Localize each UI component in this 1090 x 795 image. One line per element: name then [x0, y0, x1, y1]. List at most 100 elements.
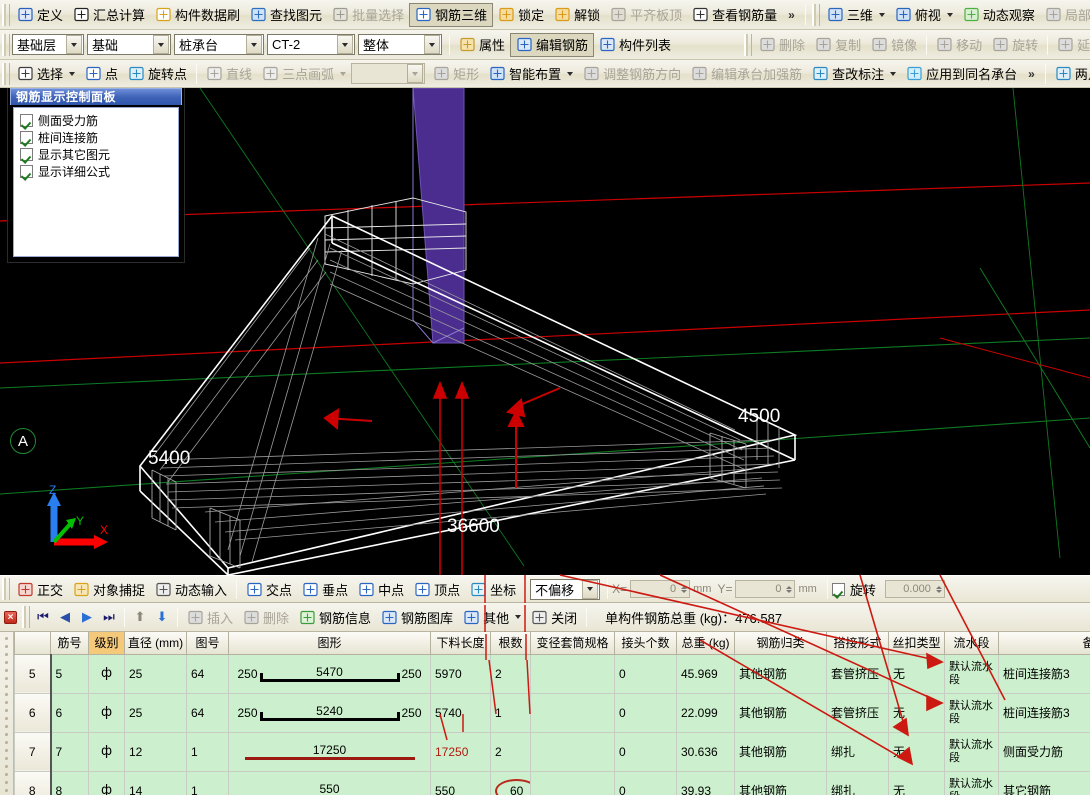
chevron-down-icon[interactable] [424, 35, 440, 54]
row-index-cell[interactable]: 8 [15, 771, 51, 795]
dynamic-input-button[interactable]: 动态输入 [150, 577, 232, 601]
vertex-button[interactable]: 顶点 [409, 577, 465, 601]
lap-type-cell[interactable]: 套管挤压 [827, 654, 889, 693]
lock-button[interactable]: 锁定 [493, 3, 549, 27]
other-button[interactable]: 其他 [458, 605, 526, 629]
floor-select[interactable]: 基础层 [12, 34, 84, 55]
grade-cell[interactable]: ф [89, 693, 125, 732]
checkbox-icon[interactable] [20, 114, 33, 127]
toolbar-overflow-button[interactable]: » [782, 8, 801, 22]
ortho-button[interactable]: 正交 [12, 577, 68, 601]
column-header[interactable]: 筋号 [51, 632, 89, 654]
cut-length-cell[interactable]: 5740 [431, 693, 491, 732]
toolbar-grip[interactable] [2, 4, 10, 26]
two-point-button[interactable]: 两点 [1050, 62, 1090, 86]
rebar-number-cell[interactable]: 7 [51, 732, 89, 771]
table-row[interactable]: 55ф2564250547025059702045.969其他钢筋套管挤压无默认… [1, 654, 1090, 693]
diameter-cell[interactable]: 25 [125, 654, 187, 693]
thread-type-cell[interactable]: 无 [889, 693, 945, 732]
row-index-cell[interactable]: 6 [15, 693, 51, 732]
coordinate-button[interactable]: 坐标 [465, 577, 521, 601]
column-header[interactable] [15, 632, 51, 654]
classification-cell[interactable]: 其他钢筋 [735, 654, 827, 693]
shape-diagram-cell[interactable]: 17250 [229, 732, 431, 771]
quantity-cell[interactable]: 2 [491, 654, 531, 693]
thread-type-cell[interactable]: 无 [889, 732, 945, 771]
cut-length-cell[interactable]: 550 [431, 771, 491, 795]
y-coord-input[interactable]: 0 [735, 580, 795, 598]
toolbar-overflow-button[interactable]: » [1022, 67, 1041, 81]
total-weight-cell[interactable]: 39.93 [677, 771, 735, 795]
offset-select[interactable]: 不偏移 [530, 579, 600, 600]
whole-select[interactable]: 整体 [358, 34, 442, 55]
shape-diagram-cell[interactable]: 2505470250 [229, 654, 431, 693]
rebar-library-button[interactable]: 钢筋图库 [376, 605, 458, 629]
classification-cell[interactable]: 其他钢筋 [735, 693, 827, 732]
checkbox-icon[interactable] [20, 165, 33, 178]
rotate-checkbox[interactable] [832, 583, 845, 596]
shape-diagram-cell[interactable]: 2505240250 [229, 693, 431, 732]
stepper-arrows[interactable] [936, 586, 942, 593]
component-list-button[interactable]: 构件列表 [594, 33, 676, 57]
quantity-cell[interactable]: 2 [491, 732, 531, 771]
thread-type-cell[interactable]: 无 [889, 654, 945, 693]
remark-cell[interactable]: 桩间连接筋3 [999, 654, 1090, 693]
rotate-input[interactable]: 0.000 [885, 580, 945, 598]
chevron-down-icon[interactable] [246, 35, 262, 54]
checkbox-row[interactable]: 桩间连接筋 [20, 129, 178, 146]
lap-type-cell[interactable]: 绑扎 [827, 732, 889, 771]
chevron-down-icon[interactable] [69, 72, 75, 76]
column-header[interactable]: 备注 [999, 632, 1090, 654]
joint-count-cell[interactable]: 0 [615, 732, 677, 771]
brush-button[interactable]: 构件数据刷 [150, 3, 245, 27]
rebar-display-control-panel[interactable]: 钢筋显示控制面板 侧面受力筋 桩间连接筋 显示其它图元 显示详细公式 [8, 88, 184, 262]
table-row[interactable]: 77ф12117250172502030.636其他钢筋绑扎无默认流水段侧面受力… [1, 732, 1090, 771]
intersection-button[interactable]: 交点 [241, 577, 297, 601]
grade-cell[interactable]: ф [89, 654, 125, 693]
flow-section-cell[interactable]: 默认流水段 [945, 654, 999, 693]
column-header[interactable]: 直径 (mm) [125, 632, 187, 654]
sleeve-spec-cell[interactable] [531, 732, 615, 771]
move-down-button[interactable]: ⬇ [151, 607, 173, 627]
unlock-button[interactable]: 解锁 [549, 3, 605, 27]
remark-cell[interactable]: 桩间连接筋3 [999, 693, 1090, 732]
flow-section-cell[interactable]: 默认流水段 [945, 732, 999, 771]
chevron-down-icon[interactable] [567, 72, 573, 76]
rebar-detail-grid[interactable]: 筋号级别直径 (mm)图号图形下料长度根数变径套筒规格接头个数总重 (kg)钢筋… [0, 632, 1090, 795]
flow-section-cell[interactable]: 默认流水段 [945, 693, 999, 732]
diameter-cell[interactable]: 25 [125, 693, 187, 732]
column-header[interactable]: 图号 [187, 632, 229, 654]
joint-count-cell[interactable]: 0 [615, 771, 677, 795]
chevron-down-icon[interactable] [879, 13, 885, 17]
column-header[interactable]: 搭接形式 [827, 632, 889, 654]
toolbar-grip[interactable] [812, 4, 820, 26]
chevron-down-icon[interactable] [66, 35, 82, 54]
row-index-cell[interactable]: 7 [15, 732, 51, 771]
orbit-button[interactable]: 动态观察 [958, 3, 1040, 27]
diameter-cell[interactable]: 14 [125, 771, 187, 795]
cursor-button[interactable]: 选择 [12, 62, 80, 86]
sleeve-spec-cell[interactable] [531, 771, 615, 795]
toolbar-grip[interactable] [2, 34, 10, 56]
close-icon[interactable]: × [4, 611, 17, 624]
column-header[interactable]: 下料长度 [431, 632, 491, 654]
rebar-3d-button[interactable]: 钢筋三维 [409, 3, 493, 27]
column-header[interactable]: 流水段 [945, 632, 999, 654]
topview-button[interactable]: 俯视 [890, 3, 958, 27]
x-coord-input[interactable]: 0 [630, 580, 690, 598]
checkbox-row[interactable]: 侧面受力筋 [20, 112, 178, 129]
stepper-arrows[interactable] [681, 586, 687, 593]
shape-number-cell[interactable]: 1 [187, 771, 229, 795]
cube-button[interactable]: 三维 [822, 3, 890, 27]
rebar-number-cell[interactable]: 6 [51, 693, 89, 732]
total-weight-cell[interactable]: 45.969 [677, 654, 735, 693]
joint-count-cell[interactable]: 0 [615, 693, 677, 732]
category-select[interactable]: 基础 [87, 34, 171, 55]
thread-type-cell[interactable]: 无 [889, 771, 945, 795]
cut-length-cell[interactable]: 5970 [431, 654, 491, 693]
flow-section-cell[interactable]: 默认流水段 [945, 771, 999, 795]
midpoint-button[interactable]: 中点 [353, 577, 409, 601]
close-panel-button[interactable]: 关闭 [526, 605, 582, 629]
table-row[interactable]: 66ф2564250524025057401022.099其他钢筋套管挤压无默认… [1, 693, 1090, 732]
remark-cell[interactable]: 侧面受力筋 [999, 732, 1090, 771]
